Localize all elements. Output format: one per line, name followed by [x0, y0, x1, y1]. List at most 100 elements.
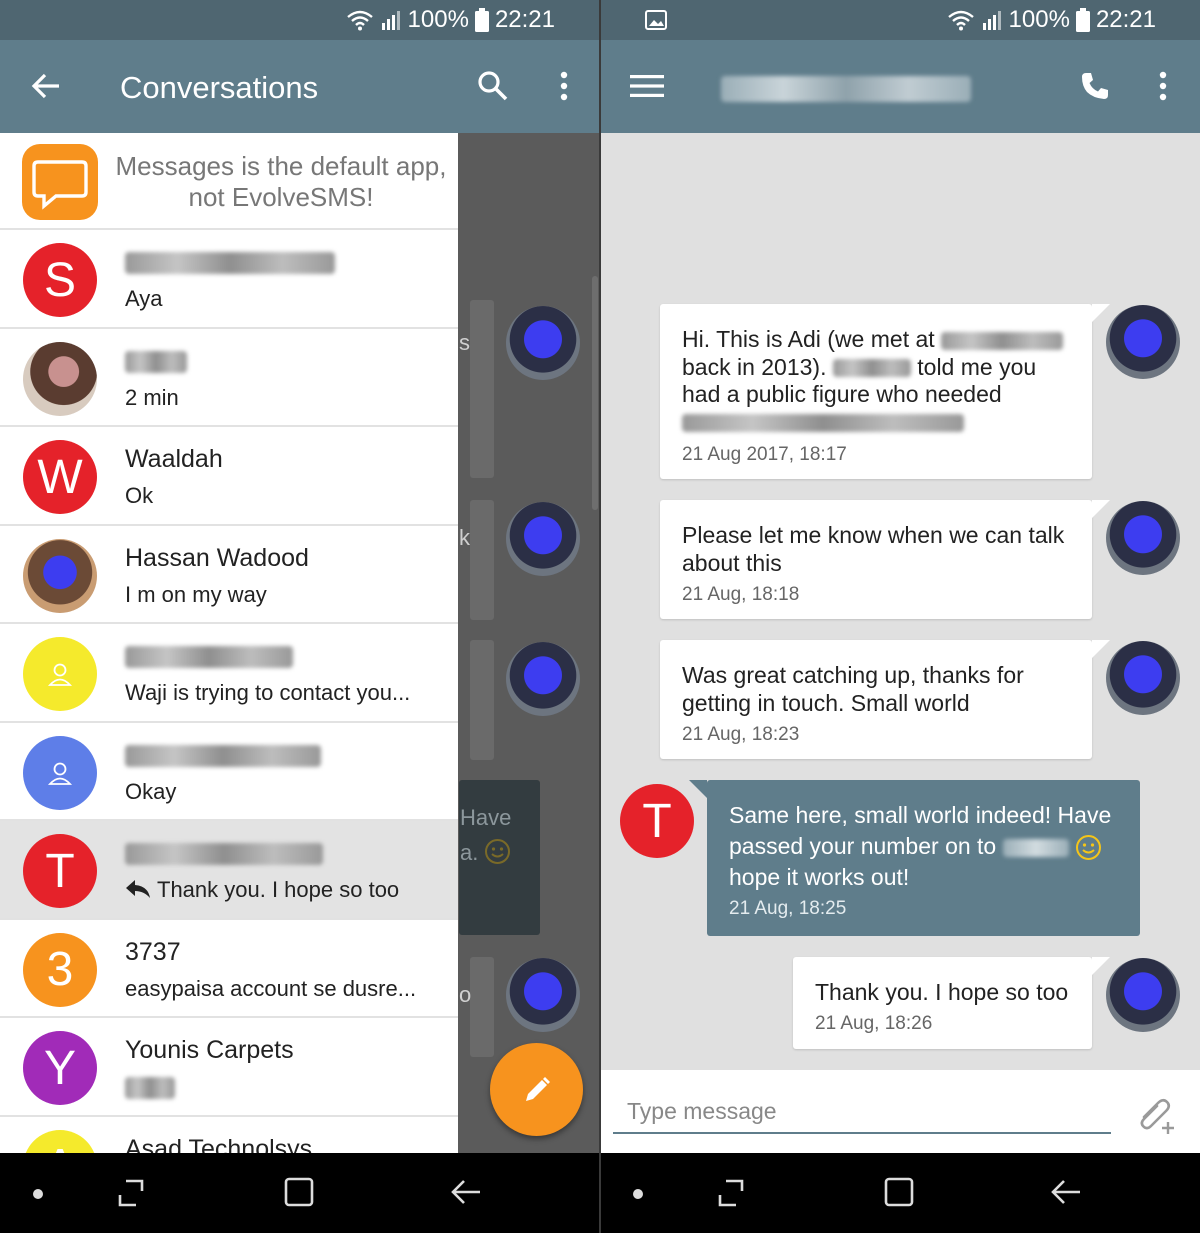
person-icon	[47, 663, 73, 686]
status-bar: 100% 22:21	[0, 0, 599, 40]
bg-message-bubble	[470, 300, 494, 478]
bg-scroll-thumb	[592, 276, 598, 510]
received-message[interactable]: Was great catching up, thanks for gettin…	[660, 640, 1110, 759]
messages-app-icon	[22, 144, 98, 220]
recents-button[interactable]	[716, 1177, 746, 1209]
back-nav-button[interactable]	[1050, 1177, 1082, 1207]
home-button[interactable]	[883, 1176, 915, 1208]
menu-button[interactable]	[623, 62, 671, 110]
message-timestamp: 21 Aug, 18:25	[729, 898, 847, 919]
battery-icon	[474, 8, 489, 32]
message-timestamp: 21 Aug, 18:23	[682, 724, 800, 745]
my-avatar: T	[620, 784, 694, 858]
contact-avatar: A	[23, 1129, 97, 1153]
bg-message-bubble	[470, 957, 494, 1057]
message-preview: I m on my way	[125, 581, 267, 607]
smiley-icon	[1076, 835, 1101, 861]
search-icon	[478, 71, 508, 101]
compose-bar	[601, 1070, 1200, 1153]
overflow-menu-button[interactable]	[1139, 62, 1187, 110]
contact-avatar	[1106, 305, 1180, 379]
conversation-item[interactable]: 2 min	[0, 329, 458, 427]
received-message[interactable]: Hi. This is Adi (we met at back in 2013)…	[660, 304, 1110, 479]
bg-peek-text: o	[459, 982, 472, 1007]
bg-contact-avatar	[506, 958, 580, 1032]
message-text: Thank you. I hope so too	[815, 979, 1069, 1005]
more-vert-icon	[560, 71, 568, 101]
wifi-icon	[346, 10, 373, 31]
conversation-item[interactable]: Y Younis Carpets	[0, 1018, 458, 1117]
bg-contact-avatar	[506, 502, 580, 576]
contact-avatar: S	[23, 243, 97, 317]
message-preview: Okay	[125, 778, 177, 804]
contact-name: Waaldah	[125, 445, 223, 473]
bg-contact-avatar	[506, 642, 580, 716]
message-text: Same here, small world indeed! Have pass…	[729, 802, 1112, 890]
contact-avatar	[23, 735, 97, 810]
conversation-item[interactable]: S Aya	[0, 230, 458, 329]
contact-avatar: T	[23, 834, 97, 908]
search-button[interactable]	[469, 62, 517, 110]
contact-number-redacted	[125, 642, 293, 671]
message-preview-redacted	[125, 1074, 175, 1100]
conversation-item[interactable]: Hassan Wadood I m on my way	[0, 526, 458, 624]
contact-avatar	[1106, 958, 1180, 1032]
battery-icon	[1075, 8, 1090, 32]
contact-avatar	[1106, 501, 1180, 575]
contact-avatar: 3	[23, 932, 97, 1007]
default-app-banner[interactable]: Messages is the default app, not EvolveS…	[0, 133, 458, 230]
bg-peek-text: Have	[460, 805, 512, 830]
bg-peek-text: s	[459, 330, 470, 355]
message-preview: Waji is trying to contact you...	[125, 680, 411, 705]
app-bar: Conversations	[0, 40, 599, 133]
contact-name: Hassan Wadood	[125, 543, 309, 572]
conversation-item-selected[interactable]: T Thank you. I hope so too	[0, 821, 458, 920]
message-timestamp: 21 Aug, 18:18	[682, 584, 800, 605]
message-preview: Ok	[125, 483, 154, 508]
contact-photo	[23, 538, 97, 613]
contact-name: 3737	[125, 937, 181, 966]
system-nav-bar	[601, 1153, 1200, 1233]
attach-button[interactable]	[1131, 1088, 1181, 1138]
conversation-item[interactable]: W Waaldah Ok	[0, 427, 458, 526]
nav-dot-icon	[633, 1189, 643, 1199]
clock: 22:21	[494, 6, 555, 33]
contact-avatar	[23, 637, 97, 711]
person-icon	[47, 762, 73, 785]
arrow-back-icon	[31, 73, 59, 99]
contact-title-redacted	[721, 76, 971, 102]
contact-name-redacted	[125, 839, 323, 868]
message-timestamp: 21 Aug, 18:26	[815, 1013, 933, 1034]
message-text: Please let me know when we can talk abou…	[682, 522, 1065, 576]
conversation-item[interactable]: A Asad Technolsys	[0, 1117, 458, 1153]
system-nav-bar	[0, 1153, 599, 1233]
home-button[interactable]	[283, 1176, 315, 1208]
bg-contact-avatar	[506, 306, 580, 380]
conversation-item[interactable]: Waji is trying to contact you...	[0, 624, 458, 723]
back-nav-button[interactable]	[450, 1177, 482, 1207]
battery-percent: 100%	[407, 6, 469, 33]
conversation-item[interactable]: Okay	[0, 723, 458, 821]
message-timestamp: 21 Aug 2017, 18:17	[682, 444, 847, 465]
received-message[interactable]: Thank you. I hope so too 21 Aug, 18:26	[793, 957, 1110, 1049]
compose-fab[interactable]	[490, 1043, 583, 1136]
signal-icon	[982, 11, 1001, 30]
signal-icon	[381, 11, 400, 30]
conversation-item[interactable]: 3 3737 easypaisa account se dusre...	[0, 920, 458, 1018]
back-button[interactable]	[22, 62, 70, 110]
nav-dot-icon	[33, 1189, 43, 1199]
overflow-menu-button[interactable]	[540, 62, 588, 110]
sent-message[interactable]: Same here, small world indeed! Have pass…	[689, 780, 1140, 936]
recents-button[interactable]	[116, 1177, 146, 1209]
call-button[interactable]	[1071, 62, 1119, 110]
more-vert-icon	[1159, 71, 1167, 101]
bg-message-bubble	[470, 500, 494, 620]
received-message[interactable]: Please let me know when we can talk abou…	[660, 500, 1110, 619]
wifi-icon	[947, 10, 974, 31]
contact-name-redacted	[125, 248, 335, 277]
message-input[interactable]	[613, 1090, 1111, 1134]
message-text: Hi. This is Adi (we met at back in 2013)…	[682, 326, 1074, 436]
contact-photo	[23, 341, 97, 416]
app-bar	[601, 40, 1200, 133]
contact-number-redacted	[125, 741, 321, 770]
